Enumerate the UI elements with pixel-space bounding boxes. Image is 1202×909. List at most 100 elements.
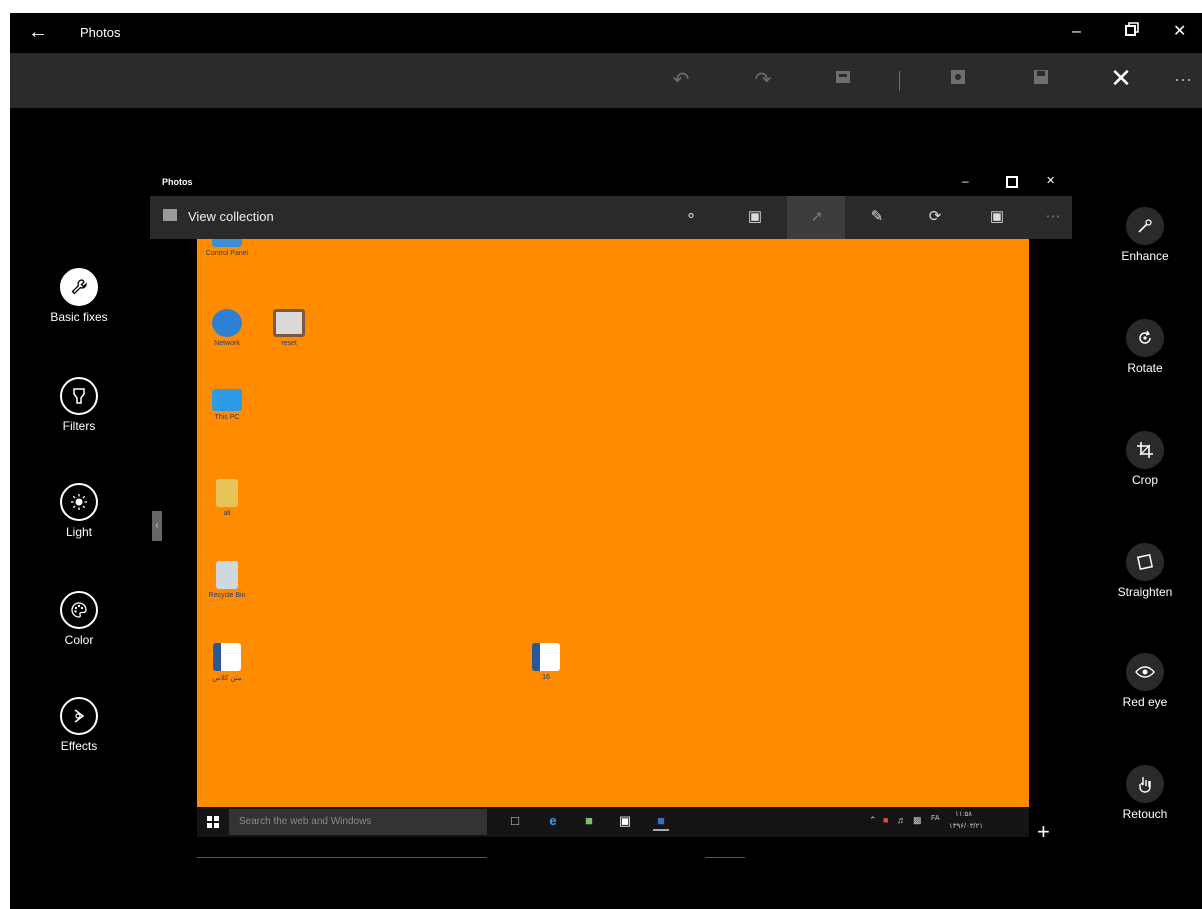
slideshow-icon: ▣ — [747, 208, 763, 225]
close-window-button[interactable]: ✕ — [1173, 22, 1186, 42]
desktop-icon: This PC — [201, 389, 253, 421]
volume-icon: ♬ — [897, 815, 906, 825]
filters-label: Filters — [62, 419, 96, 433]
minimize-button[interactable]: – — [1072, 22, 1081, 42]
desktop-icon-label: ali — [223, 510, 231, 517]
windows-logo-icon — [207, 816, 219, 828]
close-icon[interactable]: ✕ — [1108, 65, 1134, 91]
basic-fixes-label: Basic fixes — [50, 310, 108, 324]
desktop-icon: 16 — [520, 643, 572, 681]
language-indicator: FA — [931, 815, 940, 822]
enhance-button[interactable]: Enhance — [1106, 207, 1184, 263]
enhance-icon: ➚ — [810, 208, 824, 225]
back-arrow-icon[interactable]: ← — [28, 21, 48, 43]
tray-app-icon: ■ — [883, 815, 889, 825]
retouch-button[interactable]: Retouch — [1106, 765, 1184, 821]
rotate-icon — [1126, 319, 1164, 357]
word-document-icon — [532, 643, 560, 671]
this-pc-icon — [212, 389, 242, 411]
color-button[interactable]: Color — [42, 591, 116, 647]
color-label: Color — [64, 633, 94, 647]
photos-app-window: ← Photos – ✕ ↶ ↷ ✕ ⋯ Basic fixes Filters… — [10, 13, 1202, 909]
light-label: Light — [65, 525, 93, 539]
straighten-icon — [1126, 543, 1164, 581]
desktop-icon-label: 16 — [542, 674, 550, 681]
undo-icon[interactable]: ↶ — [668, 68, 694, 92]
more-icon[interactable]: ⋯ — [1170, 68, 1196, 92]
inner-taskbar: Search the web and Windows □ e ■ ▣ ■ ⌃ ■… — [197, 807, 1029, 837]
straighten-button[interactable]: Straighten — [1106, 543, 1184, 599]
app-title: Photos — [80, 25, 121, 40]
desktop-icon: متن کلاس — [201, 643, 253, 682]
desktop-icon-label: Control Panel — [205, 250, 249, 257]
previous-image-button[interactable]: ‹ — [152, 511, 162, 541]
rotate-button[interactable]: Rotate — [1106, 319, 1184, 375]
filter-icon — [60, 377, 98, 415]
crop-button[interactable]: Crop — [1106, 431, 1184, 487]
desktop-icon-label: Recycle Bin — [208, 592, 246, 599]
title-bar: ← Photos – ✕ — [10, 13, 1202, 53]
network-icon — [212, 309, 242, 337]
recycle-bin-icon — [216, 561, 238, 589]
effects-button[interactable]: Effects — [42, 697, 116, 753]
view-collection-icon — [163, 209, 177, 221]
share-icon: ⚬ — [684, 208, 698, 225]
edge-icon: e — [549, 813, 557, 828]
control-panel-icon — [212, 239, 242, 247]
effects-label: Effects — [60, 739, 98, 753]
straighten-label: Straighten — [1117, 585, 1173, 599]
save-copy-icon[interactable] — [830, 68, 856, 92]
add-icon[interactable]: + — [1037, 819, 1050, 845]
red-eye-button[interactable]: Red eye — [1106, 653, 1184, 709]
desktop-icon: Recycle Bin — [201, 561, 253, 599]
compare-icon[interactable] — [945, 68, 971, 92]
more-icon: ⋯ — [1045, 208, 1061, 225]
delete-icon: ▣ — [989, 208, 1005, 225]
retouch-icon — [1126, 765, 1164, 803]
notification-icon: ▩ — [913, 815, 922, 825]
filmstrip-scrollbar — [197, 857, 487, 858]
desktop-icon-label: Network — [214, 340, 240, 347]
desktop-icon: reset — [263, 309, 315, 347]
crop-label: Crop — [1131, 473, 1158, 487]
light-button[interactable]: Light — [42, 483, 116, 539]
retouch-label: Retouch — [1122, 807, 1168, 821]
filmstrip-scroll-thumb — [705, 857, 745, 858]
mail-icon: ■ — [585, 813, 593, 828]
task-view-icon: □ — [511, 813, 519, 828]
store-icon: ▣ — [618, 813, 632, 828]
word-document-icon — [213, 643, 241, 671]
filters-button[interactable]: Filters — [42, 377, 116, 433]
rotate-label: Rotate — [1127, 361, 1163, 375]
inner-window-title: Photos — [162, 177, 193, 187]
taskbar-clock-date: ۱۳۹۶/۰۳/۲۱ — [949, 823, 983, 830]
edit-icon: ✎ — [870, 208, 884, 225]
photo-canvas: Control Panel Network reset This PC ali … — [197, 239, 1029, 807]
tray-chevron-icon: ⌃ — [869, 815, 877, 825]
desktop-icon-label: reset — [281, 340, 297, 347]
effects-icon — [60, 697, 98, 735]
rotate-icon: ⟳ — [928, 208, 942, 225]
taskbar-clock-time: ۱۱:۵۸ — [955, 811, 972, 818]
eye-icon — [1126, 653, 1164, 691]
desktop-icon: Network — [201, 309, 253, 347]
inner-window-title-bar: Photos – ✕ — [150, 170, 1072, 196]
crop-icon — [1126, 431, 1164, 469]
inner-restore-icon — [1006, 176, 1018, 188]
basic-fixes-button[interactable]: Basic fixes — [42, 268, 116, 324]
taskbar-search-box: Search the web and Windows — [229, 809, 487, 835]
enhance-label: Enhance — [1121, 249, 1169, 263]
restore-button[interactable] — [1125, 22, 1139, 42]
inner-close-icon: ✕ — [1046, 175, 1056, 187]
desktop-icon: ali — [201, 479, 253, 517]
desktop-icon: Control Panel — [201, 239, 253, 257]
inner-minimize-icon: – — [962, 174, 969, 188]
edit-toolbar: ↶ ↷ ✕ ⋯ — [10, 53, 1202, 108]
redo-icon[interactable]: ↷ — [750, 68, 776, 92]
red-eye-label: Red eye — [1122, 695, 1168, 709]
word-taskbar-icon: ■ — [653, 813, 669, 831]
save-icon[interactable] — [1028, 68, 1054, 92]
inner-toolbar: View collection ⚬ ▣ ➚ ✎ ⟳ ▣ ⋯ — [150, 196, 1072, 239]
toolbar-divider — [899, 71, 900, 91]
sun-icon — [60, 483, 98, 521]
